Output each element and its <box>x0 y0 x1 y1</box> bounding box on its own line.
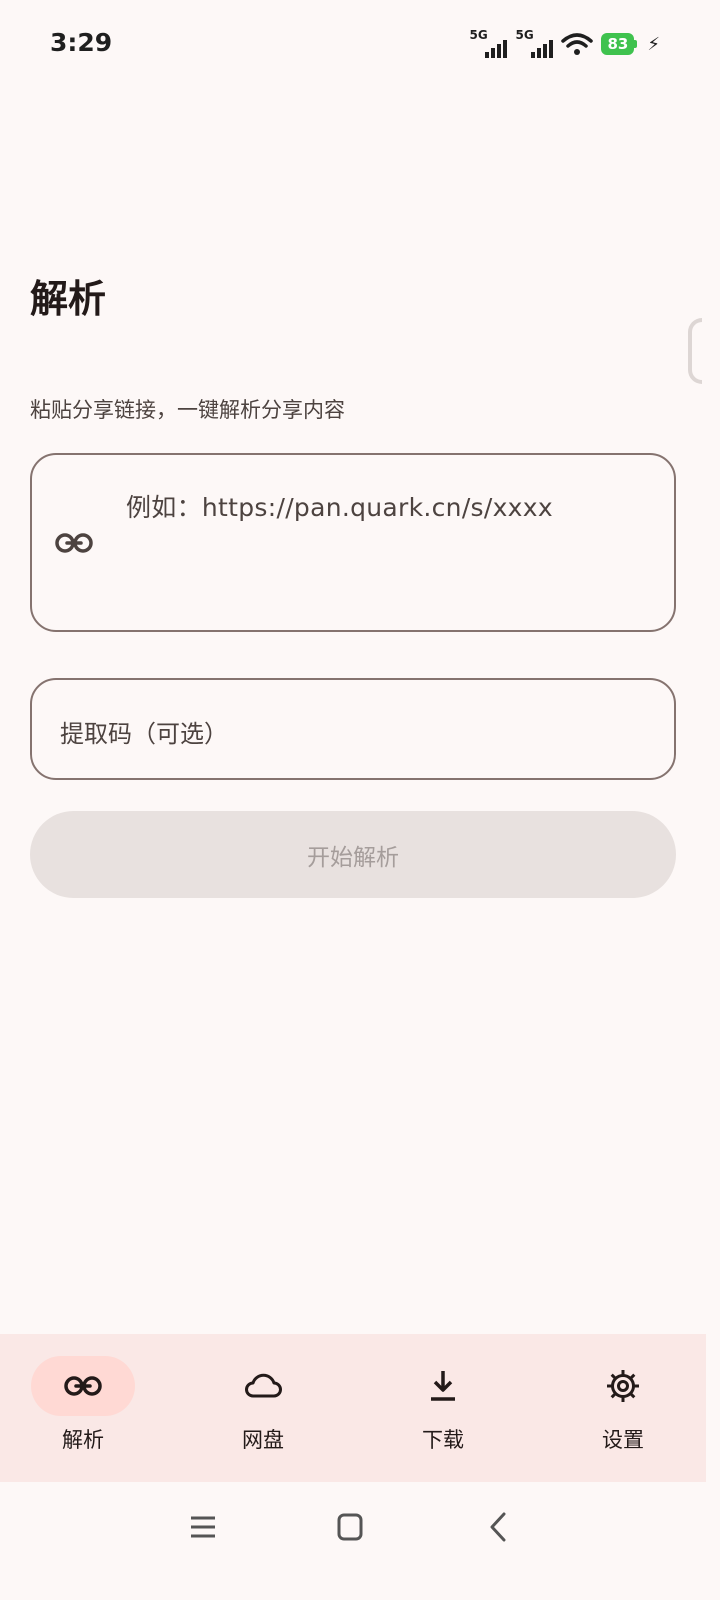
wifi-icon <box>561 33 594 55</box>
nav-label: 设置 <box>602 1428 644 1452</box>
nav-item-settings[interactable]: 设置 <box>540 1334 720 1482</box>
start-parse-label: 开始解析 <box>307 844 399 871</box>
link-icon <box>55 533 93 553</box>
menu-icon[interactable] <box>181 1510 225 1544</box>
charging-bolt-icon: ⚡ <box>647 33 660 55</box>
extraction-code-placeholder: 提取码（可选） <box>60 720 228 748</box>
signal-icon: 5G <box>515 28 554 58</box>
start-parse-button[interactable]: 开始解析 <box>30 811 676 898</box>
battery-icon: 83 <box>601 33 638 55</box>
system-navigation-bar <box>0 1482 720 1600</box>
nav-label: 解析 <box>62 1428 104 1452</box>
status-time: 3:29 <box>50 28 113 57</box>
status-icons: 5G 5G 83 ⚡ <box>469 28 660 58</box>
signal-icon: 5G <box>469 28 508 58</box>
cloud-icon <box>245 1373 282 1398</box>
link-icon <box>64 1376 102 1396</box>
page-subtitle: 粘贴分享链接，一键解析分享内容 <box>30 398 345 422</box>
bottom-navigation: 解析 网盘 下载 设置 <box>0 1334 706 1482</box>
nav-label: 下载 <box>422 1428 464 1452</box>
page-title: 解析 <box>30 277 107 321</box>
nav-item-cloud-drive[interactable]: 网盘 <box>180 1334 360 1482</box>
home-icon[interactable] <box>328 1510 372 1544</box>
share-link-input[interactable]: 例如：https://pan.quark.cn/s/xxxx <box>30 453 676 632</box>
status-bar: 3:29 5G 5G 83 ⚡ <box>0 0 720 92</box>
edge-swipe-handle[interactable] <box>688 318 702 384</box>
nav-label: 网盘 <box>242 1428 284 1452</box>
extraction-code-input[interactable]: 提取码（可选） <box>30 678 676 780</box>
nav-item-download[interactable]: 下载 <box>360 1334 540 1482</box>
download-icon <box>431 1371 455 1401</box>
nav-item-parse[interactable]: 解析 <box>0 1334 180 1482</box>
back-icon[interactable] <box>476 1510 520 1544</box>
battery-level: 83 <box>601 33 635 55</box>
gear-icon <box>607 1370 639 1402</box>
share-link-placeholder: 例如：https://pan.quark.cn/s/xxxx <box>126 493 553 522</box>
